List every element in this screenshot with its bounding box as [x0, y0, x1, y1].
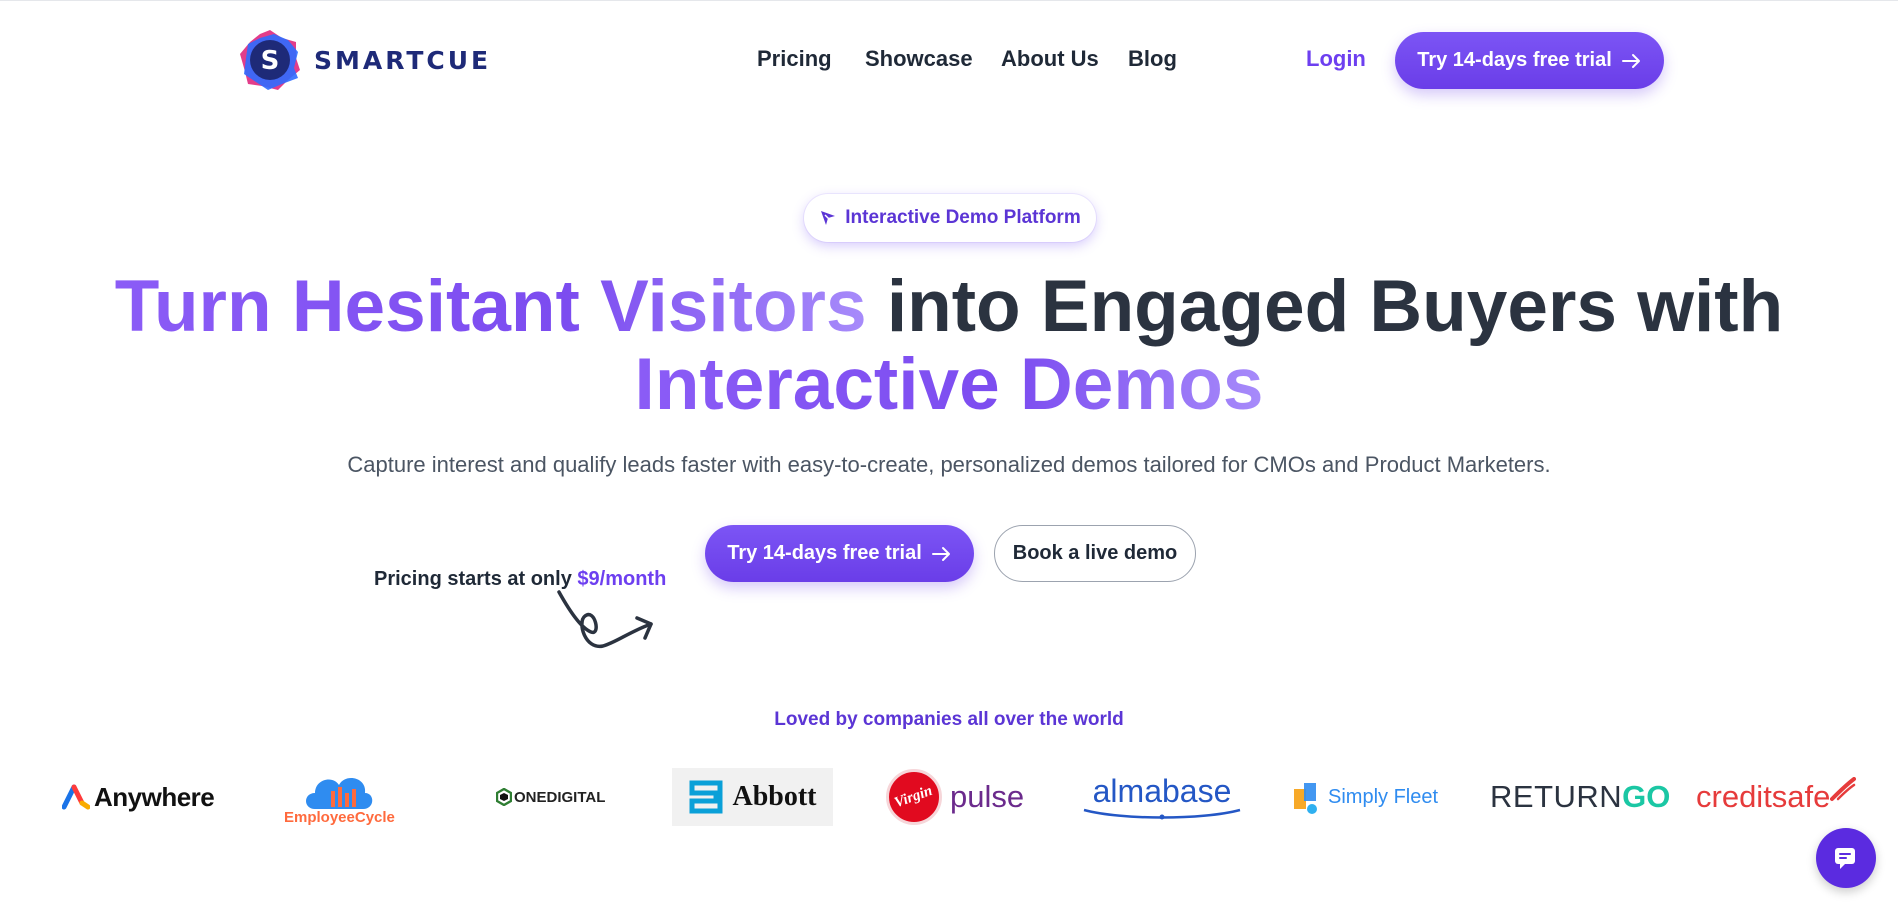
- platform-badge-label: Interactive Demo Platform: [845, 207, 1081, 228]
- pricing-note-price: $9/month: [577, 568, 667, 590]
- header-free-trial-button[interactable]: Try 14-days free trial: [1395, 32, 1664, 89]
- anywhere-mark-icon: [62, 784, 90, 810]
- headline-highlight-1: Turn Hesitant Visitors: [114, 266, 867, 347]
- onedigital-logo: ONEDIGITAL: [496, 762, 605, 832]
- book-live-demo-label: Book a live demo: [1012, 542, 1178, 564]
- cursor-pointer-icon: [821, 211, 836, 225]
- top-divider: [0, 0, 1898, 1]
- brand-name: SMARTCUE: [314, 45, 492, 75]
- hero-headline: Turn Hesitant Visitors into Engaged Buye…: [0, 268, 1898, 424]
- returngo-logo: RETURN GO: [1490, 779, 1671, 814]
- svg-text:S: S: [261, 46, 280, 76]
- simply-fleet-mark-icon: [1294, 783, 1317, 814]
- hero-free-trial-label: Try 14-days free trial: [727, 542, 922, 564]
- creditsafe-swoosh-icon: [1830, 777, 1857, 801]
- almabase-swoosh-icon: [1083, 808, 1241, 820]
- creditsafe-logo: creditsafe: [1696, 762, 1857, 832]
- simply-fleet-logo: Simply Fleet: [1292, 762, 1438, 832]
- squiggle-arrow-icon: [557, 590, 653, 648]
- client-logo-strip: Anywhere EmployeeCycle ONEDIGITAL Abbott…: [0, 762, 1898, 832]
- nav-pricing[interactable]: Pricing: [757, 46, 832, 72]
- book-live-demo-button[interactable]: Book a live demo: [994, 525, 1196, 582]
- virgin-pulse-logo: Virgin pulse: [886, 762, 1024, 832]
- clients-heading: Loved by companies all over the world: [774, 709, 1124, 730]
- employeecycle-logo: EmployeeCycle: [284, 762, 395, 832]
- abbott-mark-icon: [689, 780, 723, 814]
- nav-showcase[interactable]: Showcase: [865, 46, 973, 72]
- nav-about-us[interactable]: About Us: [1001, 46, 1099, 72]
- smartcue-logo[interactable]: S SMARTCUE: [238, 28, 491, 92]
- chat-icon: [1835, 848, 1855, 869]
- abbott-logo: Abbott: [672, 768, 833, 826]
- headline-highlight-2: Interactive Demos: [634, 344, 1264, 425]
- arrow-right-icon: [1621, 53, 1640, 68]
- arrow-right-icon: [931, 546, 950, 561]
- employeecycle-cloud-icon: [306, 777, 373, 809]
- almabase-logo: almabase: [1082, 762, 1242, 832]
- headline-middle: into Engaged Buyers with: [866, 266, 1784, 347]
- nav-blog[interactable]: Blog: [1128, 46, 1177, 72]
- platform-badge: Interactive Demo Platform: [804, 194, 1096, 242]
- header-free-trial-label: Try 14-days free trial: [1417, 49, 1612, 71]
- smartcue-logo-icon: S: [238, 28, 302, 92]
- hero-free-trial-button[interactable]: Try 14-days free trial: [705, 525, 974, 582]
- onedigital-mark-icon: [496, 788, 512, 806]
- anywhere-logo: Anywhere: [62, 762, 215, 832]
- hero-subtitle: Capture interest and qualify leads faste…: [347, 452, 1551, 477]
- login-link[interactable]: Login: [1306, 46, 1366, 72]
- chat-launcher-button[interactable]: [1816, 828, 1876, 888]
- pricing-note-prefix: Pricing starts at only: [374, 568, 578, 590]
- virgin-mark-icon: Virgin: [886, 769, 942, 825]
